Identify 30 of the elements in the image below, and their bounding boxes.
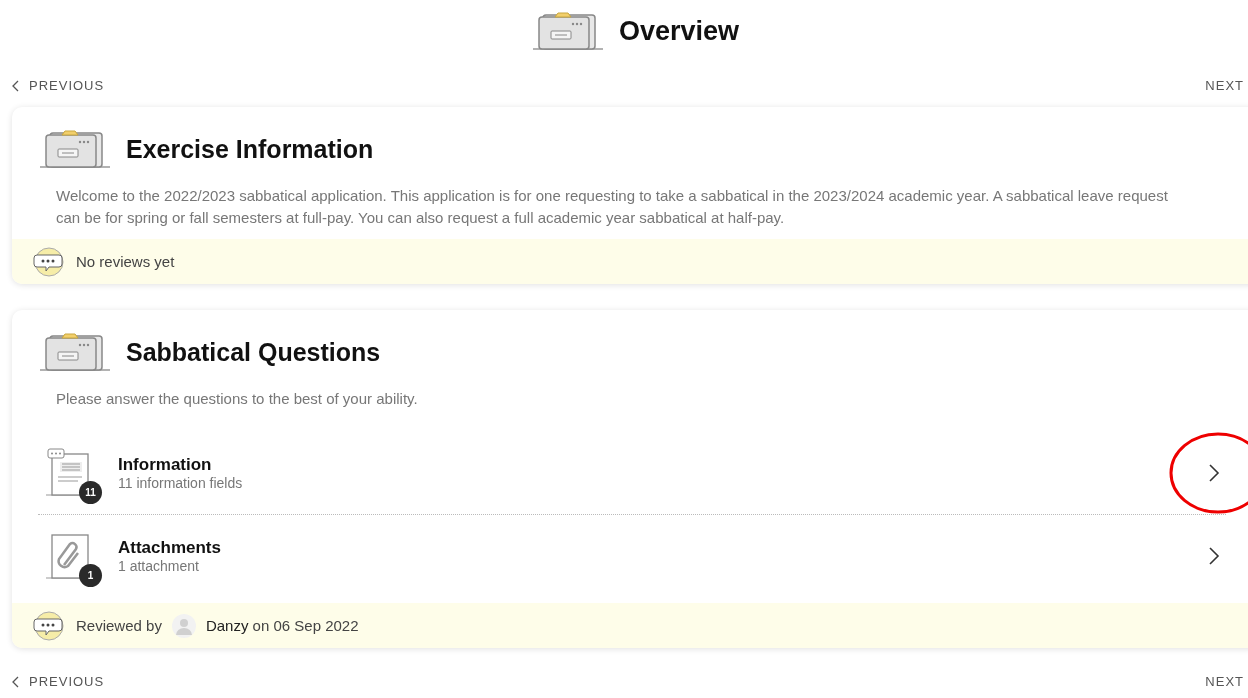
cabinet-icon (532, 11, 603, 51)
review-status: No reviews yet (76, 253, 175, 270)
chevron-left-icon (12, 675, 20, 688)
section-description: Please answer the questions to the best of your ability. (56, 389, 419, 409)
cabinet-icon (40, 129, 110, 169)
chevron-right-icon[interactable] (1208, 463, 1220, 483)
section-title: Exercise Information (126, 134, 374, 164)
next-link[interactable]: NEXT (1205, 674, 1244, 689)
section-title: Sabbatical Questions (126, 337, 381, 367)
previous-link[interactable]: PREVIOUS (12, 674, 105, 689)
item-subtitle: 1 attachment (118, 558, 200, 574)
question-item[interactable]: 11 Information 11 information fields (38, 432, 1226, 514)
count-badge: 11 (79, 481, 102, 504)
question-item[interactable]: 1 Attachments 1 attachment (38, 515, 1226, 597)
item-title: Information (118, 455, 213, 475)
chat-bubble-icon (32, 610, 66, 641)
chevron-left-icon (12, 79, 20, 92)
item-subtitle: 11 information fields (118, 475, 244, 491)
previous-link[interactable]: PREVIOUS (12, 78, 105, 93)
reviewed-by-label: Reviewed by (76, 617, 162, 634)
section-description: Welcome to the 2022/2023 sabbatical application. This application is for one requesting to take a sabbatical in the 2023/2024 academic year. A sabbatical leave request can be for spring or fall semesters at full-pay. You can also request a full academic year sabbatical at half-pay. (56, 186, 1169, 228)
chevron-right-icon[interactable] (1208, 546, 1220, 566)
next-link[interactable]: NEXT (1205, 78, 1244, 93)
item-title: Attachments (118, 538, 222, 558)
avatar-icon (171, 613, 196, 638)
chat-bubble-icon (32, 246, 66, 277)
page-title: Overview (618, 15, 740, 47)
cabinet-icon (40, 332, 110, 372)
count-badge: 1 (79, 564, 102, 587)
reviewer-date: Danzy on 06 Sep 2022 (205, 617, 359, 634)
